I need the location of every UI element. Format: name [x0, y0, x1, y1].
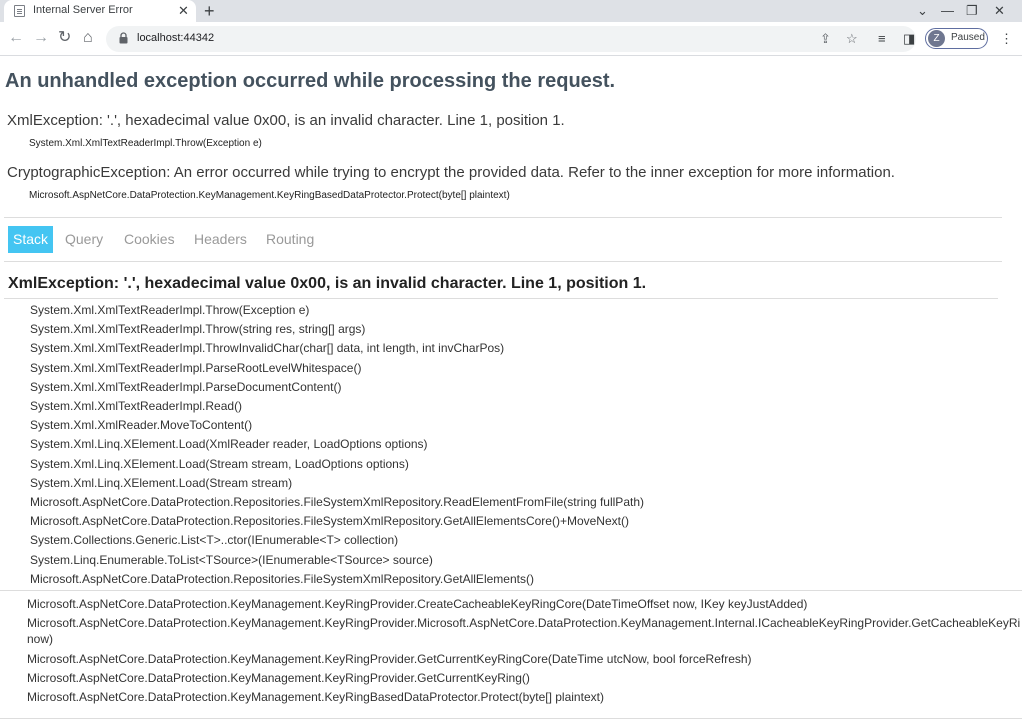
divider [4, 217, 1002, 218]
tab-headers[interactable]: Headers [194, 226, 247, 253]
tab-title: Internal Server Error [33, 4, 133, 16]
divider [4, 261, 1002, 262]
close-tab-icon[interactable]: ✕ [178, 2, 189, 19]
exception-message: XmlException: '.', hexadecimal value 0x0… [7, 112, 565, 129]
forward-arrow-icon[interactable]: → [33, 28, 49, 48]
stack-frame[interactable]: Microsoft.AspNetCore.DataProtection.KeyM… [27, 690, 604, 704]
error-page: An unhandled exception occurred while pr… [0, 56, 1022, 723]
stack-frame[interactable]: System.Xml.Linq.XElement.Load(XmlReader … [30, 437, 428, 451]
stack-frame[interactable]: System.Xml.XmlTextReaderImpl.Throw(Excep… [30, 303, 309, 317]
stack-frame[interactable]: Microsoft.AspNetCore.DataProtection.Repo… [30, 495, 644, 509]
avatar: Z [928, 30, 945, 47]
page-icon [14, 5, 25, 17]
stack-exception-title: XmlException: '.', hexadecimal value 0x0… [8, 275, 647, 292]
close-window-icon[interactable]: ✕ [994, 0, 1005, 22]
exception-message: CryptographicException: An error occurre… [7, 164, 895, 181]
divider [0, 590, 1022, 591]
tab-routing[interactable]: Routing [266, 226, 314, 253]
divider [4, 298, 998, 299]
reading-list-icon[interactable]: ≡ [878, 30, 886, 48]
stack-frame[interactable]: System.Xml.XmlTextReaderImpl.ParseDocume… [30, 380, 341, 394]
stack-frame[interactable]: System.Xml.Linq.XElement.Load(Stream str… [30, 476, 292, 490]
exception-location: Microsoft.AspNetCore.DataProtection.KeyM… [29, 190, 510, 201]
stack-frame[interactable]: Microsoft.AspNetCore.DataProtection.Repo… [30, 572, 534, 586]
home-icon[interactable]: ⌂ [83, 28, 93, 48]
address-bar[interactable]: localhost:44342 ⇪ ☆ [106, 26, 916, 52]
stack-frame[interactable]: System.Linq.Enumerable.ToList<TSource>(I… [30, 553, 433, 567]
share-icon[interactable]: ⇪ [820, 30, 831, 48]
stack-frame[interactable]: System.Xml.XmlReader.MoveToContent() [30, 418, 252, 432]
new-tab-button[interactable]: + [204, 0, 215, 22]
lock-icon [119, 32, 128, 44]
url-text[interactable]: localhost:44342 [137, 32, 214, 44]
profile-button[interactable]: Z Paused [925, 28, 988, 49]
stack-frame-continuation: now) [27, 632, 54, 646]
more-menu-icon[interactable]: ⋮ [1000, 32, 1013, 46]
exception-location: System.Xml.XmlTextReaderImpl.Throw(Excep… [29, 138, 262, 149]
tab-strip: Internal Server Error ✕ + ⌄ — ❐ ✕ [0, 0, 1022, 22]
bookmark-star-icon[interactable]: ☆ [846, 30, 858, 48]
side-panel-icon[interactable]: ◨ [903, 30, 915, 48]
profile-status: Paused [951, 32, 985, 43]
tab-cookies[interactable]: Cookies [124, 226, 175, 253]
browser-toolbar: ← → ↻ ⌂ localhost:44342 ⇪ ☆ ≡ ◨ Z Paused… [0, 22, 1022, 56]
divider [0, 718, 1022, 719]
stack-frame[interactable]: System.Xml.Linq.XElement.Load(Stream str… [30, 457, 409, 471]
stack-frame[interactable]: Microsoft.AspNetCore.DataProtection.KeyM… [27, 671, 530, 685]
stack-frame[interactable]: Microsoft.AspNetCore.DataProtection.KeyM… [27, 597, 807, 611]
stack-frame[interactable]: Microsoft.AspNetCore.DataProtection.KeyM… [27, 616, 1020, 630]
stack-frame[interactable]: System.Xml.XmlTextReaderImpl.Read() [30, 399, 242, 413]
restore-icon[interactable]: ❐ [966, 0, 978, 22]
reload-icon[interactable]: ↻ [58, 28, 71, 48]
stack-frame[interactable]: System.Xml.XmlTextReaderImpl.ParseRootLe… [30, 361, 361, 375]
minimize-icon[interactable]: — [941, 0, 954, 22]
browser-tab[interactable]: Internal Server Error ✕ [4, 0, 196, 22]
back-arrow-icon[interactable]: ← [8, 28, 24, 48]
tab-stack[interactable]: Stack [8, 226, 54, 253]
stack-frame[interactable]: System.Xml.XmlTextReaderImpl.ThrowInvali… [30, 341, 504, 355]
page-title: An unhandled exception occurred while pr… [5, 70, 616, 92]
stack-frame[interactable]: Microsoft.AspNetCore.DataProtection.Repo… [30, 514, 629, 528]
stack-frame[interactable]: System.Collections.Generic.List<T>..ctor… [30, 533, 398, 547]
stack-frame[interactable]: Microsoft.AspNetCore.DataProtection.KeyM… [27, 652, 752, 666]
stack-frame[interactable]: System.Xml.XmlTextReaderImpl.Throw(strin… [30, 322, 365, 336]
tab-query[interactable]: Query [65, 226, 103, 253]
chevron-down-icon[interactable]: ⌄ [917, 0, 928, 22]
